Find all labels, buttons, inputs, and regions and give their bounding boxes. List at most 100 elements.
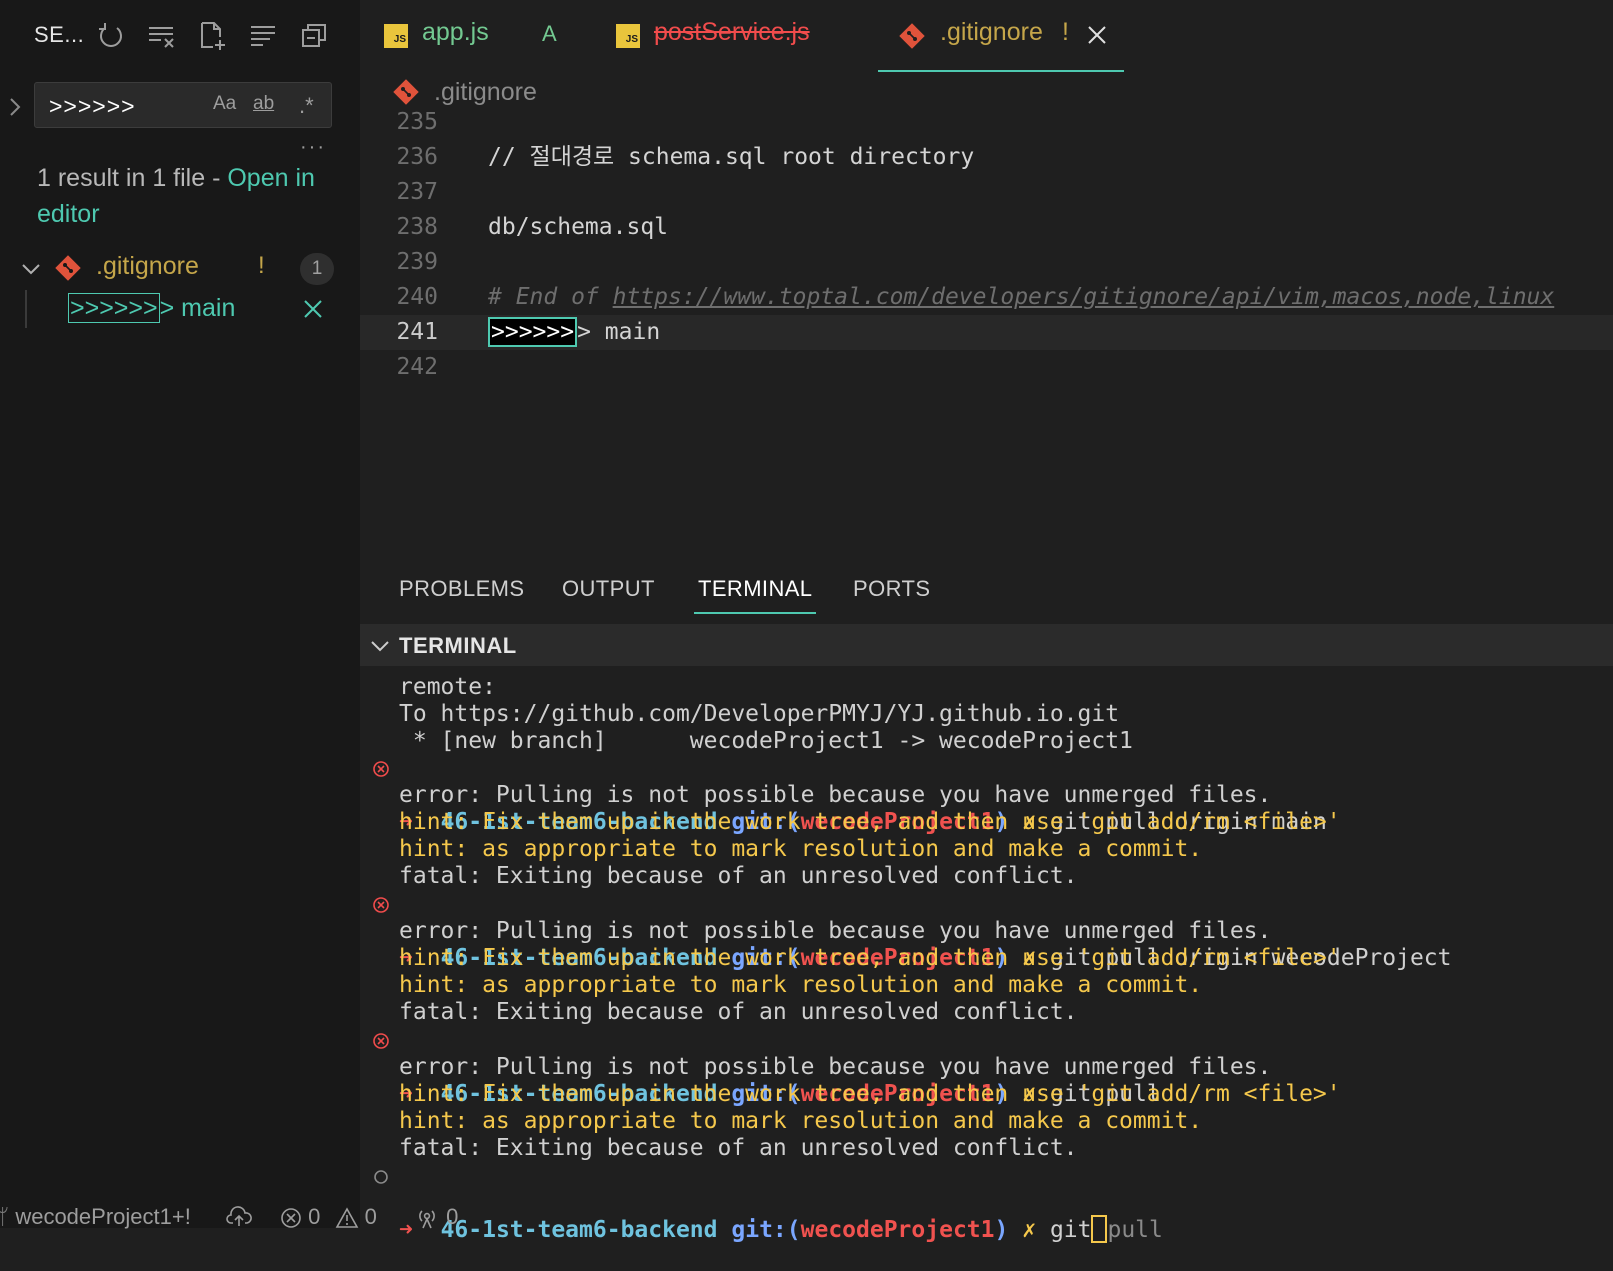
code-line-current: 241 >>>>>> > main — [360, 315, 1613, 350]
terminal-text: remote: — [399, 674, 496, 700]
branch-status[interactable]: ᛘ wecodeProject1+! — [0, 1204, 191, 1230]
code-line: 240 # End of https://www.toptal.com/deve… — [360, 280, 1613, 315]
code-line: 242 — [360, 350, 1613, 385]
warning-icon — [335, 1207, 359, 1229]
sync-icon[interactable] — [226, 1206, 252, 1228]
dismiss-match-icon[interactable] — [300, 296, 326, 322]
tab-post-service-js[interactable]: JS postService.js — [614, 0, 844, 70]
code-line: 238 db/schema.sql — [360, 210, 1613, 245]
command-failed-icon[interactable] — [372, 760, 390, 778]
terminal-prompt-line: ➜ 46-1st-team6-backend git:(wecodeProjec… — [360, 1027, 1613, 1107]
tab-label: app.js — [422, 18, 489, 46]
terminal-output[interactable]: remote: To https://github.com/DeveloperP… — [360, 672, 1613, 1243]
modified-indicator: ! — [258, 252, 265, 279]
toggle-replace-chevron-icon[interactable] — [6, 96, 24, 118]
collapse-all-icon[interactable] — [248, 20, 278, 50]
line-number: 236 — [396, 144, 438, 170]
match-whole-word-toggle[interactable]: ab — [253, 93, 274, 119]
terminal-text: * [new branch] wecodeProject1 -> wecodeP… — [399, 728, 1133, 754]
command-failed-icon[interactable] — [372, 1032, 390, 1050]
close-tab-icon[interactable] — [1084, 22, 1110, 48]
status-bar: ᛘ wecodeProject1+! 0 0 0 — [0, 1202, 1613, 1232]
search-result-match[interactable]: >>>>>>> main — [0, 290, 360, 330]
code-text: db/schema.sql — [488, 214, 669, 240]
search-match-highlight: >>>>>> — [488, 317, 578, 347]
terminal-line: hint: as appropriate to mark resolution … — [360, 972, 1613, 999]
terminal-hint: hint: Fix them up in the work tree, and … — [399, 809, 1341, 835]
command-pending-icon — [372, 1168, 390, 1186]
tab-output[interactable]: OUTPUT — [562, 576, 655, 612]
line-number: 242 — [396, 354, 438, 380]
more-options-icon[interactable]: ··· — [300, 136, 326, 159]
terminal-text: To https://github.com/DeveloperPMYJ/YJ.g… — [399, 701, 1120, 727]
search-summary: 1 result in 1 file - Open in editor — [37, 160, 327, 232]
match-count-badge: 1 — [300, 253, 334, 285]
line-number: 238 — [396, 214, 438, 240]
line-number: 240 — [396, 284, 438, 310]
line-number: 239 — [396, 249, 438, 275]
branch-name: wecodeProject1+! — [15, 1204, 191, 1229]
code-editor[interactable]: 235 236 // 절대경로 schema.sql root director… — [360, 105, 1613, 545]
terminal-hint: hint: Fix them up in the work tree, and … — [399, 1081, 1341, 1107]
sidebar-header: SE... — [0, 0, 360, 72]
terminal-section-header[interactable]: TERMINAL — [360, 624, 1613, 666]
command-failed-icon[interactable] — [372, 896, 390, 914]
view-as-tree-icon[interactable] — [299, 20, 329, 50]
terminal-line: fatal: Exiting because of an unresolved … — [360, 1135, 1613, 1162]
match-highlight: >>>>>> — [68, 293, 160, 323]
ports-status[interactable]: 0 — [414, 1204, 458, 1230]
terminal-section-title: TERMINAL — [399, 633, 517, 658]
tab-ports[interactable]: PORTS — [853, 576, 930, 612]
regex-toggle[interactable]: .* — [299, 93, 314, 119]
code-text: >>>>>> > main — [488, 315, 660, 350]
tree-indent-guide — [25, 290, 27, 328]
line-number: 237 — [396, 179, 438, 205]
result-file-name: .gitignore — [96, 252, 199, 280]
tab-app-js[interactable]: JS app.js A — [382, 0, 582, 70]
ports-count: 0 — [446, 1204, 459, 1229]
terminal-hint: hint: as appropriate to mark resolution … — [399, 836, 1203, 862]
terminal-fatal: fatal: Exiting because of an unresolved … — [399, 1135, 1078, 1161]
error-count: 0 — [308, 1204, 321, 1229]
code-line: 237 — [360, 175, 1613, 210]
terminal-hint: hint: as appropriate to mark resolution … — [399, 972, 1203, 998]
code-rest: > main — [577, 319, 661, 345]
search-box: Aa ab .* — [34, 82, 332, 128]
added-badge: A — [542, 21, 557, 46]
clear-results-icon[interactable] — [146, 20, 176, 50]
line-number: 235 — [396, 109, 438, 135]
terminal-fatal: fatal: Exiting because of an unresolved … — [399, 863, 1078, 889]
breadcrumb-file: .gitignore — [434, 78, 537, 106]
terminal-fatal: fatal: Exiting because of an unresolved … — [399, 999, 1078, 1025]
modified-indicator: ! — [1062, 18, 1069, 46]
result-file-row[interactable]: .gitignore ! 1 — [0, 248, 360, 288]
error-icon — [280, 1207, 302, 1229]
problems-status[interactable]: 0 0 — [280, 1204, 377, 1230]
tab-gitignore[interactable]: .gitignore ! — [878, 0, 1124, 72]
warning-count: 0 — [364, 1204, 377, 1229]
terminal-line: * [new branch] wecodeProject1 -> wecodeP… — [360, 728, 1613, 755]
terminal-line: hint: as appropriate to mark resolution … — [360, 1108, 1613, 1135]
terminal-line: hint: Fix them up in the work tree, and … — [360, 809, 1613, 836]
chevron-down-icon[interactable] — [370, 636, 390, 656]
chevron-down-icon[interactable] — [20, 258, 42, 280]
broadcast-icon — [414, 1207, 440, 1229]
code-text: // 절대경로 schema.sql root directory — [488, 144, 975, 170]
comment-url-link[interactable]: https://www.toptal.com/developers/gitign… — [613, 284, 1555, 310]
code-line: 239 — [360, 245, 1613, 280]
match-case-toggle[interactable]: Aa — [213, 93, 236, 119]
tab-terminal[interactable]: TERMINAL — [694, 576, 817, 614]
code-line: 235 — [360, 105, 1613, 140]
tab-problems[interactable]: PROBLEMS — [399, 576, 524, 612]
terminal-line: To https://github.com/DeveloperPMYJ/YJ.g… — [360, 701, 1613, 728]
tab-label: postService.js — [654, 18, 810, 46]
comment-prefix: # End of — [488, 284, 613, 310]
terminal-line: error: Pulling is not possible because y… — [360, 782, 1613, 809]
sidebar-title: SE... — [34, 22, 85, 47]
new-search-editor-icon[interactable] — [197, 20, 227, 50]
editor-tabs: JS app.js A JS postService.js .gitignore… — [360, 0, 1613, 72]
panel-tabs: PROBLEMS OUTPUT TERMINAL PORTS — [360, 560, 1613, 622]
refresh-icon[interactable] — [96, 20, 126, 50]
search-input[interactable] — [47, 91, 201, 121]
terminal-hint: hint: Fix them up in the work tree, and … — [399, 945, 1341, 971]
